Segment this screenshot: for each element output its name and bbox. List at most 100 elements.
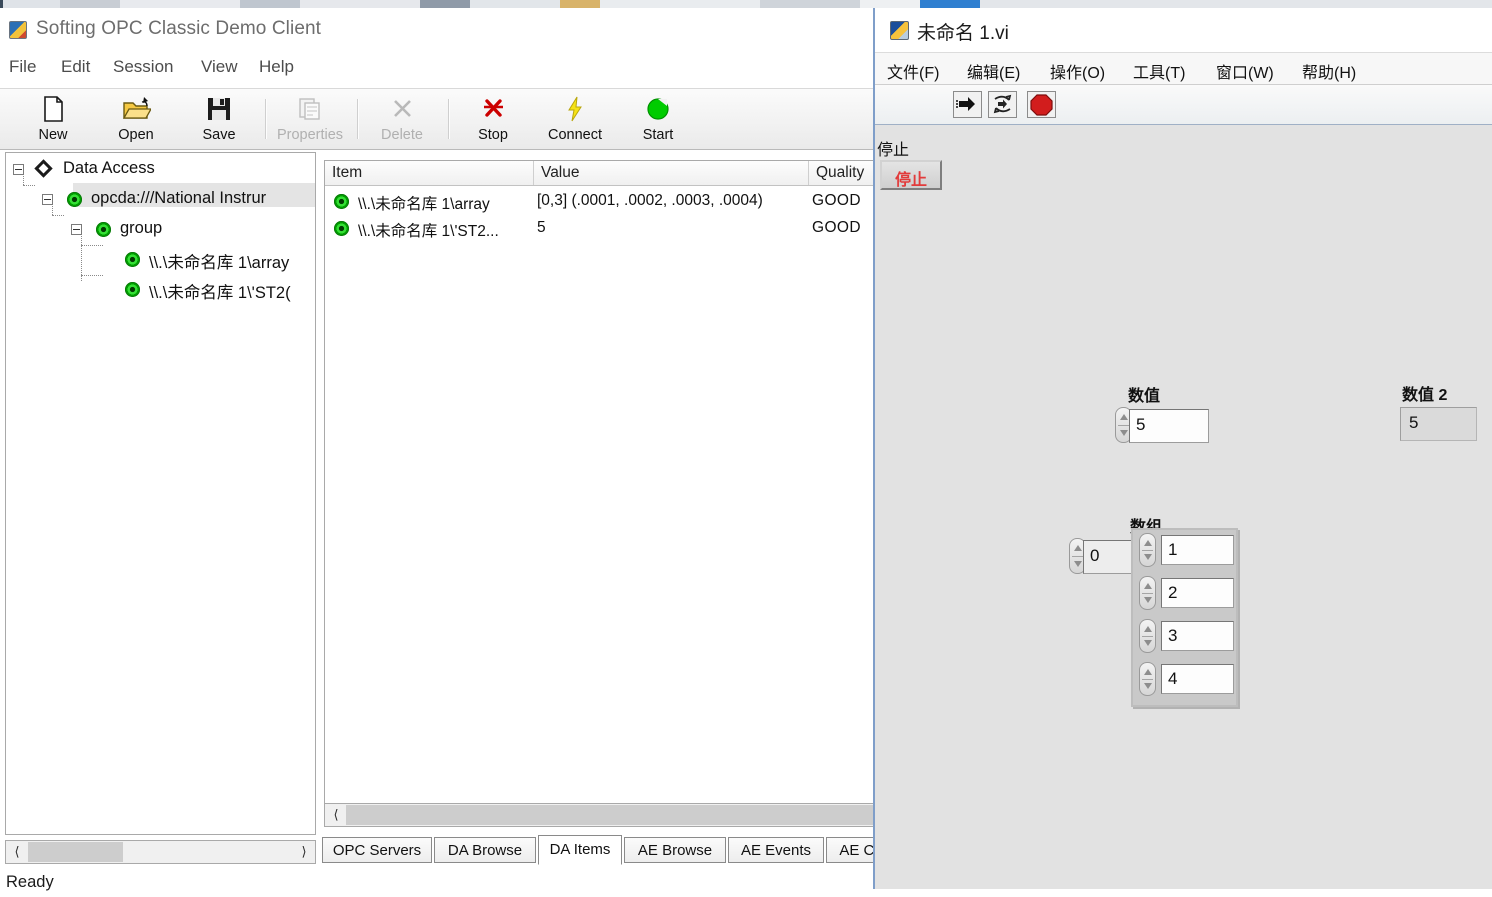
array-element[interactable]: 3 — [1135, 617, 1234, 655]
toolbar-properties-label: Properties — [269, 127, 351, 143]
toolbar-save-label: Save — [178, 127, 260, 143]
array-element-spinner[interactable] — [1139, 662, 1156, 696]
spinner-down-icon[interactable] — [1144, 597, 1152, 603]
menu-file-cn[interactable]: 文件(F) — [887, 59, 939, 83]
tree-horizontal-scrollbar[interactable]: ⟨ ⟩ — [5, 840, 316, 864]
spinner-down-icon[interactable] — [1074, 561, 1082, 567]
labview-vi-window: 未命名 1.vi 文件(F) 编辑(E) 操作(O) 工具(T) 窗口(W) 帮… — [873, 8, 1492, 889]
spinner-up-icon[interactable] — [1144, 626, 1152, 632]
menu-edit[interactable]: Edit — [61, 57, 90, 77]
column-header-item[interactable]: Item — [325, 161, 534, 185]
tab-opc-servers[interactable]: OPC Servers — [322, 837, 432, 863]
status-text: Ready — [6, 873, 54, 892]
menu-window-cn[interactable]: 窗口(W) — [1216, 59, 1274, 83]
toolbar-properties-button[interactable]: Properties — [269, 93, 351, 145]
run-button[interactable] — [953, 91, 982, 118]
array-element[interactable]: 4 — [1135, 660, 1234, 698]
row-item-value: [0,3] (.0001, .0002, .0003, .0004) — [537, 192, 763, 210]
abort-execution-button[interactable] — [1027, 91, 1056, 118]
expander-minus-icon[interactable] — [13, 164, 24, 175]
array-element-spinner[interactable] — [1139, 533, 1156, 567]
green-dot-icon — [125, 252, 140, 267]
labview-window-title: 未命名 1.vi — [917, 18, 1009, 45]
toolbar-stop-label: Stop — [452, 127, 534, 143]
array-element-spinner[interactable] — [1139, 576, 1156, 610]
opc-tree-panel[interactable]: Data Access opcda:///National Instrur gr… — [5, 152, 316, 835]
array-index-input[interactable]: 0 — [1083, 540, 1136, 574]
spinner-up-icon[interactable] — [1144, 669, 1152, 675]
toolbar-connect-label: Connect — [534, 127, 616, 143]
numeric-input[interactable]: 5 — [1129, 409, 1209, 443]
chevron-left-icon[interactable]: ⟨ — [326, 805, 346, 825]
scrollbar-thumb[interactable] — [28, 842, 123, 862]
spinner-up-icon[interactable] — [1144, 540, 1152, 546]
array-elements-frame[interactable]: 1 2 3 4 — [1131, 528, 1238, 707]
array-element-input[interactable]: 4 — [1161, 664, 1234, 694]
chevron-right-icon[interactable]: ⟩ — [294, 842, 314, 862]
tab-da-items[interactable]: DA Items — [538, 835, 622, 865]
spinner-up-icon[interactable] — [1120, 414, 1128, 420]
background-windows-sliver — [0, 0, 1492, 8]
list-horizontal-scrollbar[interactable]: ⟨ — [324, 803, 880, 827]
expander-minus-icon[interactable] — [71, 224, 82, 235]
spinner-down-icon[interactable] — [1144, 554, 1152, 560]
array-element-input[interactable]: 2 — [1161, 578, 1234, 608]
tab-ae-browse[interactable]: AE Browse — [624, 837, 726, 863]
array-element-spinner[interactable] — [1139, 619, 1156, 653]
tree-line — [81, 275, 103, 276]
array-element[interactable]: 2 — [1135, 574, 1234, 612]
green-dot-icon — [334, 221, 349, 236]
array-element[interactable]: 1 — [1135, 531, 1234, 569]
menu-file[interactable]: File — [9, 57, 36, 77]
column-header-value[interactable]: Value — [534, 161, 809, 185]
table-row[interactable]: \\.\未命名库 1\array [0,3] (.0001, .0002, .0… — [325, 189, 879, 215]
toolbar-new-label: New — [12, 127, 94, 143]
toolbar-connect-button[interactable]: Connect — [534, 93, 616, 145]
array-index-control[interactable]: 0 — [1069, 538, 1139, 576]
spinner-up-icon[interactable] — [1144, 583, 1152, 589]
menu-view[interactable]: View — [201, 57, 238, 77]
menu-session[interactable]: Session — [113, 57, 173, 77]
menu-help[interactable]: Help — [259, 57, 294, 77]
array-element-input[interactable]: 3 — [1161, 621, 1234, 651]
tree-item-label: opcda:///National Instrur — [91, 189, 266, 208]
tree-item-label: Data Access — [63, 159, 155, 178]
labview-titlebar: 未命名 1.vi — [875, 8, 1492, 53]
app-icon — [9, 21, 27, 39]
spinner-down-icon[interactable] — [1120, 430, 1128, 436]
tab-da-browse[interactable]: DA Browse — [434, 837, 536, 863]
toolbar-stop-button[interactable]: Stop — [452, 93, 534, 145]
lightning-bolt-icon — [560, 95, 590, 123]
scrollbar-thumb[interactable] — [346, 805, 879, 825]
toolbar-open-button[interactable]: Open — [95, 93, 177, 145]
toolbar-save-button[interactable]: Save — [178, 93, 260, 145]
numeric-control[interactable]: 5 — [1115, 407, 1205, 445]
tree-item-label: \\.\未命名库 1\'ST2( — [149, 279, 291, 303]
expander-minus-icon[interactable] — [42, 194, 53, 205]
tab-ae-events[interactable]: AE Events — [728, 837, 824, 863]
menu-help-cn[interactable]: 帮助(H) — [1302, 59, 1356, 83]
array-element-input[interactable]: 1 — [1161, 535, 1234, 565]
toolbar-start-button[interactable]: Start — [617, 93, 699, 145]
toolbar-delete-button[interactable]: Delete — [361, 93, 443, 145]
da-items-list[interactable]: Item Value Quality \\.\未命名库 1\array [0,3… — [324, 160, 880, 820]
stop-button[interactable]: 停止 — [880, 160, 942, 190]
opc-toolbar: New Open Save — [0, 88, 880, 150]
chevron-left-icon[interactable]: ⟨ — [7, 842, 27, 862]
table-row[interactable]: \\.\未命名库 1\'ST2... 5 GOOD — [325, 216, 879, 242]
row-item-quality: GOOD — [812, 219, 861, 237]
tree-item-label: \\.\未命名库 1\array — [149, 249, 289, 273]
menu-tools-cn[interactable]: 工具(T) — [1133, 59, 1185, 83]
floppy-disk-icon — [204, 95, 234, 123]
spinner-down-icon[interactable] — [1144, 683, 1152, 689]
menu-operate-cn[interactable]: 操作(O) — [1050, 59, 1105, 83]
abort-execution-icon — [1028, 92, 1055, 117]
menu-edit-cn[interactable]: 编辑(E) — [967, 59, 1020, 83]
spinner-up-icon[interactable] — [1074, 545, 1082, 551]
green-circle-icon — [643, 95, 673, 123]
run-continuously-button[interactable] — [988, 91, 1017, 118]
spinner-down-icon[interactable] — [1144, 640, 1152, 646]
toolbar-new-button[interactable]: New — [12, 93, 94, 145]
array-index-value: 0 — [1090, 546, 1099, 566]
column-header-quality[interactable]: Quality — [809, 161, 880, 185]
